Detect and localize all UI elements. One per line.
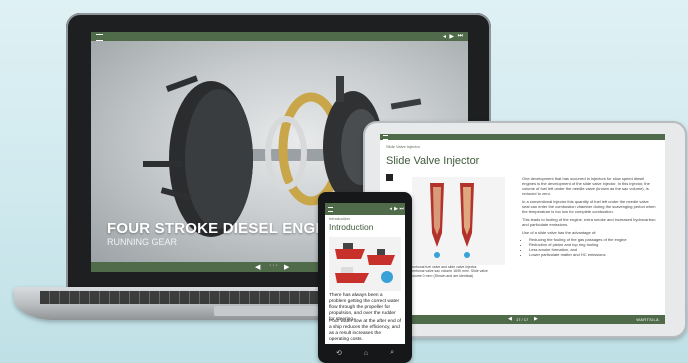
laptop-top-bar: ◂ ▶ ⏭: [91, 32, 468, 41]
menu-icon[interactable]: [96, 34, 103, 41]
injector-image: [412, 177, 505, 265]
tablet-top-bar: [380, 134, 665, 140]
page-counter: 17 / 17: [516, 317, 529, 322]
prev-arrow-icon[interactable]: ◀: [508, 316, 512, 322]
paragraph: Poor water flow at the after end of a sh…: [329, 319, 401, 342]
prev-arrow-icon[interactable]: ◀: [255, 263, 260, 271]
play-icon[interactable]: ▶: [394, 206, 398, 212]
phone-top-bar: ◂ ▶ ⏭: [325, 203, 405, 215]
phone-nav-bar: ⟲ ⌂ ⌕: [325, 347, 405, 359]
expand-icon[interactable]: [386, 174, 393, 181]
laptop-trackpad: [214, 306, 318, 316]
paragraph: Use of a slide valve has the advantage o…: [522, 230, 597, 235]
breadcrumb: Slide Valve Injector: [386, 144, 420, 149]
skip-icon[interactable]: ⏭: [399, 206, 404, 212]
injector-illustration: [430, 183, 474, 258]
paragraph: In a conventional injector this quantity…: [522, 199, 656, 214]
play-icon[interactable]: ▶: [449, 33, 454, 40]
tablet-screen: Slide Valve Injector Slide Valve Injecto…: [380, 134, 665, 324]
home-icon[interactable]: ⌂: [364, 350, 368, 357]
brand-logo: WÄRTSILÄ: [636, 317, 659, 322]
menu-icon[interactable]: [383, 135, 388, 140]
list-item: Lower particulate matter and HC emission…: [529, 252, 654, 257]
paragraph: One development that has occurred in inj…: [522, 176, 650, 196]
course-subtitle: RUNNING GEAR: [107, 237, 178, 247]
back-icon[interactable]: ⟲: [336, 349, 342, 357]
sound-icon[interactable]: ◂: [443, 33, 446, 40]
sound-icon[interactable]: ◂: [389, 206, 392, 212]
course-title: FOUR STROKE DIESEL ENGINES: [107, 220, 352, 237]
image-caption: Conventional fuel valve and slide valve …: [404, 265, 488, 278]
ship-illustration: [335, 243, 395, 283]
phone-screen: ◂ ▶ ⏭ Introduction Introduction There ha…: [325, 203, 405, 344]
page-title: Introduction: [329, 222, 374, 232]
tablet-body: One development that has occurred in inj…: [522, 176, 660, 257]
next-arrow-icon[interactable]: ▶: [534, 316, 538, 322]
tablet-bottom-bar: ◀ 17 / 17 ▶ WÄRTSILÄ: [380, 315, 665, 324]
pager-dots: ···: [269, 262, 279, 269]
search-icon[interactable]: ⌕: [390, 349, 394, 357]
section-label: Introduction: [329, 216, 350, 221]
skip-icon[interactable]: ⏭: [458, 33, 463, 40]
next-arrow-icon[interactable]: ▶: [284, 263, 289, 271]
page-title: Slide Valve Injector: [386, 155, 480, 167]
benefits-list: Reducing the fouling of the gas passages…: [522, 237, 660, 257]
menu-icon[interactable]: [328, 207, 333, 212]
ship-image: [329, 237, 401, 291]
paragraph: This leads to fouling of the engine, ext…: [522, 217, 656, 227]
